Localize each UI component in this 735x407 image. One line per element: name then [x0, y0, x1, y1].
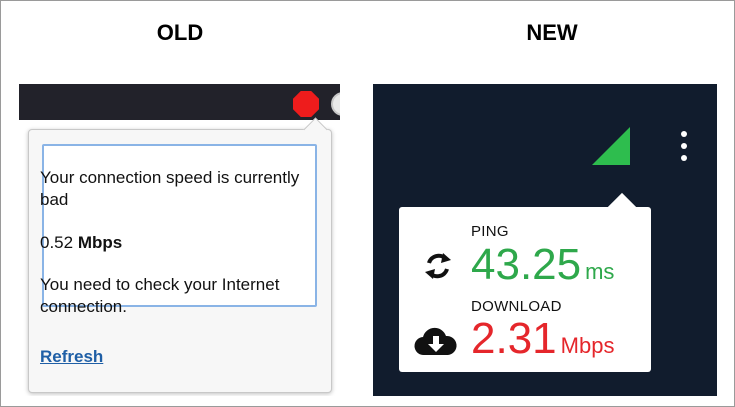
download-unit: Mbps	[560, 333, 615, 358]
speed-readout: 0.52 Mbps	[40, 232, 122, 254]
toolbar-button[interactable]	[331, 92, 340, 116]
ping-value: 43.25	[471, 240, 582, 289]
ping-label: PING	[471, 223, 509, 240]
advice-text: You need to check your Internet connecti…	[40, 275, 280, 316]
download-readout: 2.31 Mbps	[471, 314, 614, 364]
download-value: 2.31	[471, 314, 557, 363]
refresh-icon[interactable]	[421, 250, 455, 282]
old-title: OLD	[156, 20, 204, 45]
ping-readout: 43.25 ms	[471, 240, 614, 290]
new-title: NEW	[526, 20, 578, 45]
signal-icon[interactable]	[592, 127, 630, 165]
menu-icon[interactable]	[679, 131, 689, 161]
refresh-link[interactable]: Refresh	[40, 347, 103, 367]
new-popup: PING 43.25 ms DOWNLOAD 2.31 Mbps	[399, 192, 651, 372]
popup-arrow	[303, 117, 328, 142]
ping-unit: ms	[585, 259, 615, 284]
old-screenshot: Your connection speed is currently bad 0…	[19, 84, 340, 396]
stop-icon[interactable]	[293, 91, 319, 117]
connection-message: Your connection speed is currently bad	[40, 168, 300, 209]
download-label: DOWNLOAD	[471, 298, 562, 315]
popup-arrow	[607, 192, 637, 222]
browser-toolbar	[19, 84, 340, 120]
speed-value: 0.52	[40, 233, 74, 252]
download-cloud-icon	[414, 327, 457, 356]
speed-unit: Mbps	[77, 233, 123, 252]
new-screenshot: PING 43.25 ms DOWNLOAD 2.31 Mbps	[373, 84, 717, 396]
